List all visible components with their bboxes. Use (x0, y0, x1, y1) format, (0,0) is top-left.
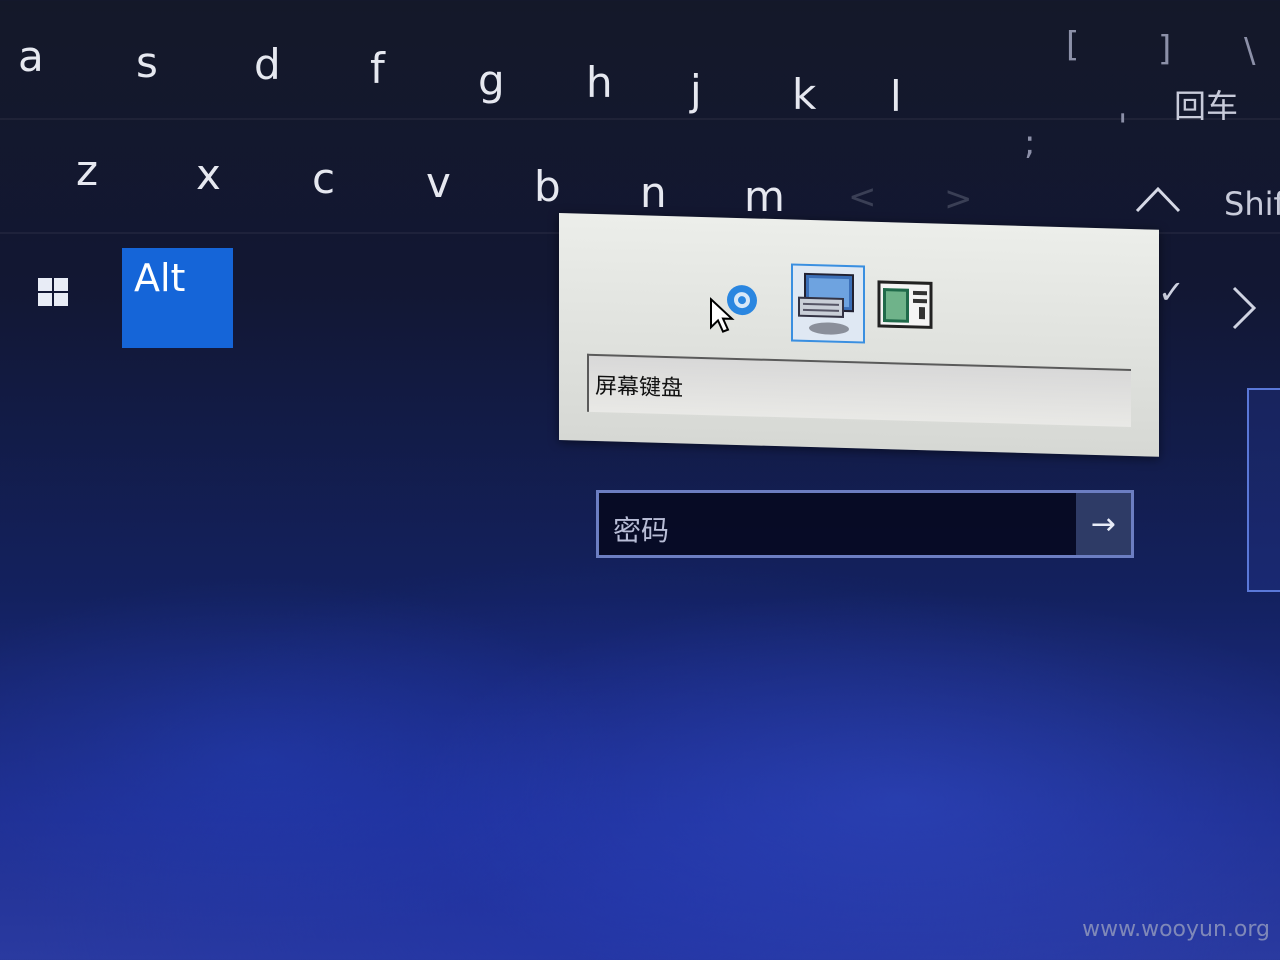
windows-logo-pane (38, 293, 52, 306)
key-m[interactable]: m (744, 176, 785, 218)
key-alt[interactable]: Alt (122, 248, 233, 348)
windows-logo-icon (38, 278, 52, 291)
key-k[interactable]: k (792, 74, 816, 116)
key-semicolon[interactable]: ; (1024, 126, 1035, 160)
accessibility-popup: 屏幕键盘 (559, 213, 1159, 457)
key-n[interactable]: n (640, 172, 667, 214)
up-arrow-icon[interactable] (1134, 184, 1182, 214)
mouse-cursor-icon (710, 297, 735, 333)
windows-logo-pane (54, 278, 68, 291)
key-a[interactable]: a (18, 36, 44, 78)
key-backslash[interactable]: \ (1244, 34, 1255, 68)
key-b[interactable]: b (534, 166, 561, 208)
key-z[interactable]: z (76, 150, 98, 192)
password-field[interactable]: 密码 → (596, 490, 1134, 558)
check-icon[interactable]: ✓ (1158, 276, 1185, 308)
chevron-right-icon[interactable] (1230, 284, 1258, 332)
key-s[interactable]: s (136, 42, 158, 84)
arrow-right-icon: → (1090, 506, 1117, 542)
key-enter[interactable]: 回车 (1174, 90, 1238, 122)
magnifier-icon[interactable] (877, 278, 933, 332)
key-h[interactable]: h (586, 62, 613, 104)
watermark: www.wooyun.org (1082, 917, 1270, 942)
key-open-bracket[interactable]: [ (1066, 28, 1079, 62)
key-g[interactable]: g (478, 60, 505, 102)
submit-arrow-button[interactable]: → (1076, 493, 1131, 555)
key-comma[interactable]: < (848, 180, 877, 214)
key-d[interactable]: d (254, 44, 281, 86)
key-l[interactable]: l (890, 76, 902, 118)
key-row-divider (0, 118, 1280, 120)
key-x[interactable]: x (196, 154, 221, 196)
password-input-placeholder[interactable]: 密码 (613, 509, 669, 549)
key-v[interactable]: v (426, 162, 451, 204)
key-close-bracket[interactable]: ] (1158, 32, 1171, 66)
key-f[interactable]: f (370, 48, 385, 90)
windows-key[interactable] (38, 278, 70, 308)
key-c[interactable]: c (312, 158, 335, 200)
key-j[interactable]: j (690, 70, 702, 112)
side-panel-edge (1247, 388, 1280, 592)
key-shift[interactable]: Shif (1224, 188, 1280, 220)
windows-logo-pane (54, 293, 68, 306)
key-quote[interactable]: ' (1118, 110, 1127, 144)
on-screen-keyboard-icon[interactable] (791, 263, 865, 344)
on-screen-keyboard-label-field[interactable]: 屏幕键盘 (587, 353, 1131, 427)
key-period[interactable]: > (944, 182, 973, 216)
